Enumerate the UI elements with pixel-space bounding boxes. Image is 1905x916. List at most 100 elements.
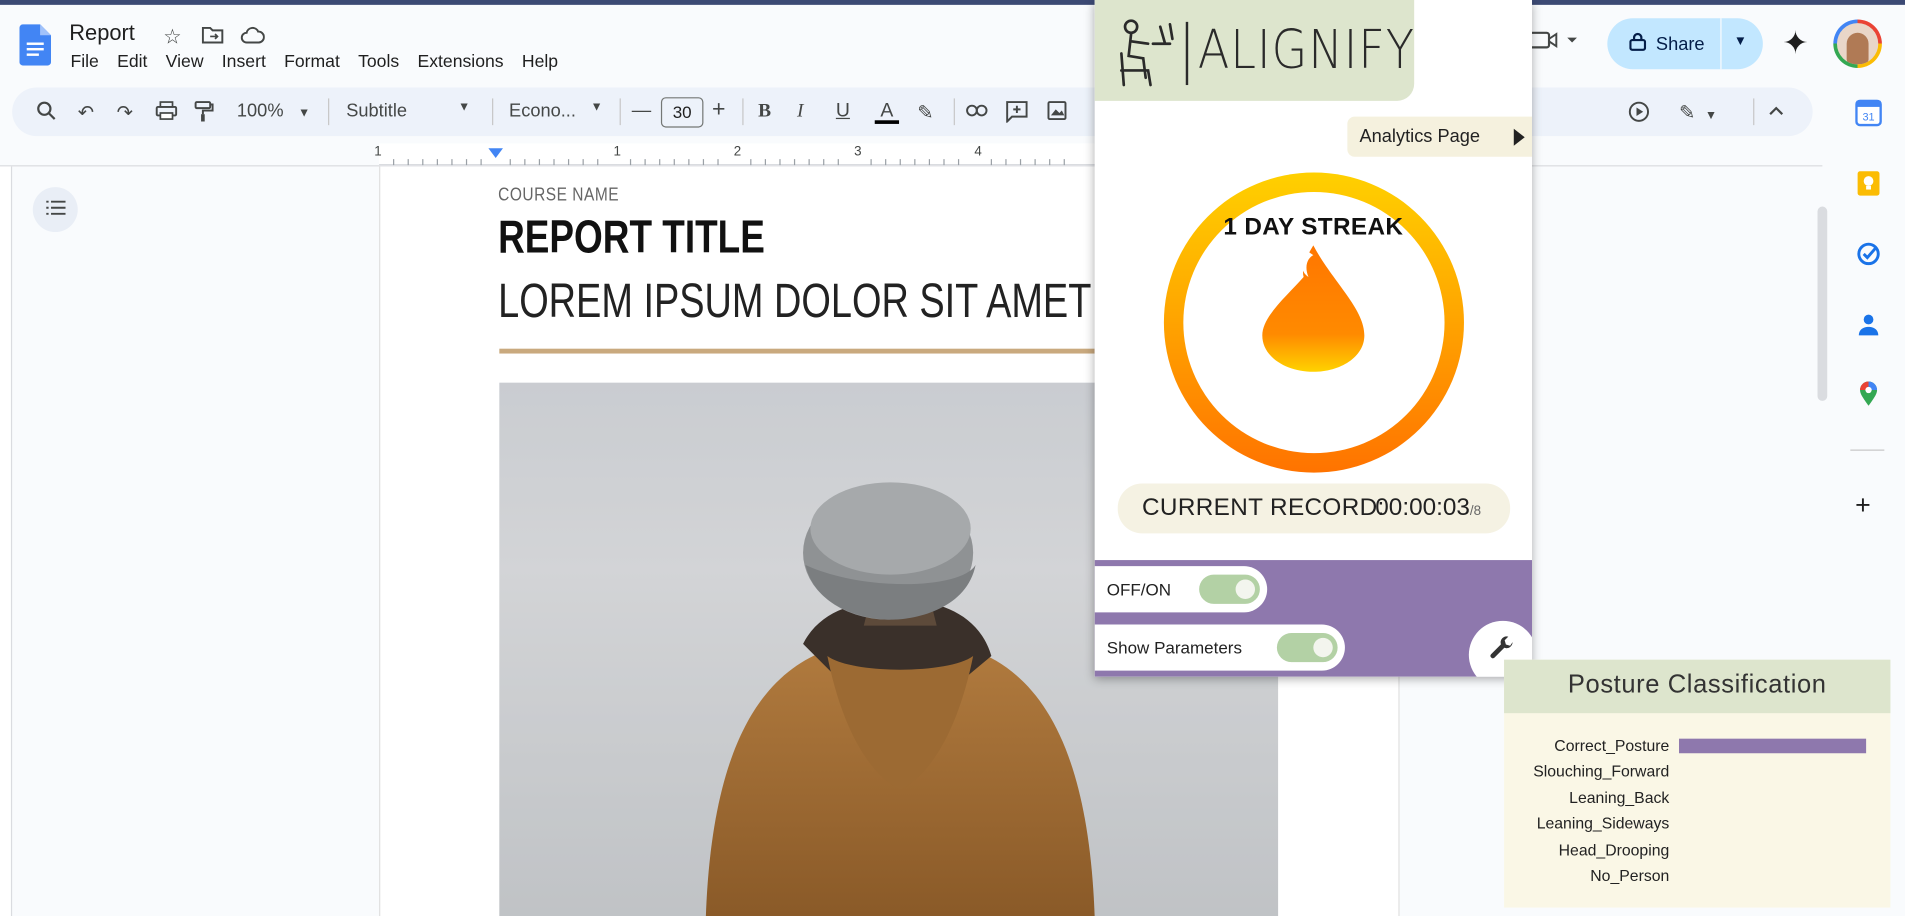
text-color-icon[interactable]: A <box>874 101 900 124</box>
insert-link-icon[interactable] <box>966 101 988 123</box>
record-suffix: /8 <box>1469 504 1482 519</box>
current-record-label: CURRENT RECORD: <box>1142 494 1385 522</box>
ruler-label: 3 <box>854 144 862 160</box>
share-label: Share <box>1655 33 1705 55</box>
redo-icon[interactable]: ↷ <box>117 101 133 125</box>
share-divider <box>1720 18 1722 70</box>
ruler-label: 4 <box>974 144 982 160</box>
font-value: Econo... <box>509 100 576 122</box>
highlight-icon[interactable]: ✎ <box>917 101 933 125</box>
posture-class-label: Leaning_Back <box>1569 788 1670 807</box>
style-select[interactable]: Subtitle ▼ <box>346 101 474 122</box>
posture-classification-title: Posture Classification <box>1504 659 1891 714</box>
share-button[interactable]: Share ▼ <box>1607 18 1763 70</box>
undo-icon[interactable]: ↶ <box>78 101 94 125</box>
editing-mode-icon[interactable]: ✎ ▼ <box>1679 101 1717 125</box>
alignify-extension-popup: ALIGNIFY Analytics Page 1 DAY STREAK CUR… <box>1094 0 1533 677</box>
font-size-input[interactable]: 30 <box>660 97 704 128</box>
course-name-text[interactable]: COURSE NAME <box>498 185 619 206</box>
off-on-toggle-row: OFF/ON <box>1094 566 1268 613</box>
alignify-brand: ALIGNIFY <box>1197 19 1415 82</box>
show-parameters-toggle[interactable] <box>1276 632 1338 663</box>
keep-icon[interactable] <box>1855 170 1882 197</box>
paint-format-icon[interactable] <box>194 101 214 129</box>
style-dropdown-icon: ▼ <box>458 100 471 115</box>
contacts-icon[interactable] <box>1855 311 1882 338</box>
search-menus-icon[interactable] <box>36 101 56 127</box>
font-dropdown-icon: ▼ <box>590 100 603 115</box>
browser-top-strip <box>0 0 1905 5</box>
voice-typing-icon[interactable] <box>1628 101 1650 129</box>
off-on-label: OFF/ON <box>1106 579 1172 599</box>
zoom-select[interactable]: 100% ▼ <box>237 101 310 122</box>
hide-menus-chevron-up-icon[interactable] <box>1768 101 1785 123</box>
logo-divider <box>1185 21 1189 86</box>
meet-icon[interactable] <box>1528 29 1577 57</box>
lock-icon <box>1629 32 1647 56</box>
menu-file[interactable]: File <box>70 52 107 71</box>
print-icon[interactable] <box>155 101 178 127</box>
title-divider-line <box>499 348 1095 354</box>
report-subtitle-text[interactable]: LOREM IPSUM DOLOR SIT AMET <box>498 275 1091 330</box>
share-dropdown-icon[interactable]: ▼ <box>1734 34 1747 49</box>
ruler-label: 2 <box>733 144 742 160</box>
posture-class-bar <box>1679 738 1867 754</box>
menu-view[interactable]: View <box>166 52 212 71</box>
get-addons-plus-icon[interactable]: + <box>1855 490 1871 522</box>
menu-edit[interactable]: Edit <box>117 52 156 71</box>
posture-class-label: Correct_Posture <box>1554 736 1670 755</box>
flame-icon <box>1253 241 1374 381</box>
account-avatar[interactable] <box>1833 19 1882 69</box>
report-title-text[interactable]: REPORT TITLE <box>498 213 765 265</box>
document-outline-button[interactable] <box>32 187 78 233</box>
posture-class-label: No_Person <box>1590 866 1670 885</box>
play-arrow-icon <box>1513 128 1525 146</box>
toolbar-divider <box>742 98 744 126</box>
rail-divider <box>1850 449 1885 451</box>
menu-tools[interactable]: Tools <box>358 52 408 71</box>
indent-marker[interactable] <box>488 148 503 158</box>
calendar-icon[interactable]: 31 <box>1855 99 1882 127</box>
bold-icon[interactable]: B <box>758 101 771 123</box>
maps-icon[interactable] <box>1855 380 1882 407</box>
underline-icon[interactable]: U <box>836 101 850 123</box>
decrease-font-size-icon[interactable]: — <box>632 101 651 123</box>
gemini-sparkle-icon[interactable]: ✦ <box>1782 24 1808 62</box>
current-record-value: 00:00:03/8 <box>1375 494 1481 522</box>
analytics-label: Analytics Page <box>1359 126 1481 148</box>
menu-help[interactable]: Help <box>522 52 567 71</box>
posture-class-label: Leaning_Sideways <box>1536 814 1670 833</box>
editing-mode-dropdown-icon: ▼ <box>1705 109 1718 123</box>
star-icon[interactable]: ☆ <box>160 26 184 50</box>
off-on-toggle[interactable] <box>1199 574 1260 604</box>
show-parameters-label: Show Parameters <box>1106 637 1242 658</box>
posture-class-label: Head_Drooping <box>1558 840 1670 859</box>
record-time: 00:00:03 <box>1375 494 1470 522</box>
vertical-ruler[interactable] <box>0 166 13 916</box>
current-record-box: CURRENT RECORD: 00:00:03/8 <box>1117 483 1511 534</box>
menu-extensions[interactable]: Extensions <box>417 52 512 71</box>
document-scrollbar[interactable] <box>1817 206 1828 401</box>
ruler-label: 1 <box>374 144 382 160</box>
move-folder-icon[interactable] <box>200 26 224 50</box>
add-comment-icon[interactable] <box>1006 101 1028 129</box>
toolbar-divider <box>1753 98 1755 126</box>
tasks-icon[interactable] <box>1855 241 1882 268</box>
cloud-saved-icon[interactable] <box>240 26 265 50</box>
menu-format[interactable]: Format <box>284 52 348 71</box>
document-title[interactable]: Report <box>69 21 135 47</box>
italic-icon[interactable]: I <box>797 101 803 123</box>
docs-logo-icon[interactable] <box>19 24 52 71</box>
menu-insert[interactable]: Insert <box>222 52 275 71</box>
analytics-page-button[interactable]: Analytics Page <box>1347 116 1533 157</box>
zoom-value: 100% <box>236 100 284 122</box>
alignify-header: ALIGNIFY <box>1094 0 1415 101</box>
font-select[interactable]: Econo... ▼ <box>509 101 606 122</box>
toolbar-divider <box>619 98 621 126</box>
increase-font-size-icon[interactable]: + <box>712 97 725 124</box>
svg-text:31: 31 <box>1862 111 1874 123</box>
menu-bar: File Edit View Insert Format Tools Exten… <box>70 52 576 71</box>
zoom-dropdown-icon: ▼ <box>298 106 311 121</box>
streak-label: 1 DAY STREAK <box>1223 213 1404 241</box>
insert-image-icon[interactable] <box>1047 101 1067 127</box>
